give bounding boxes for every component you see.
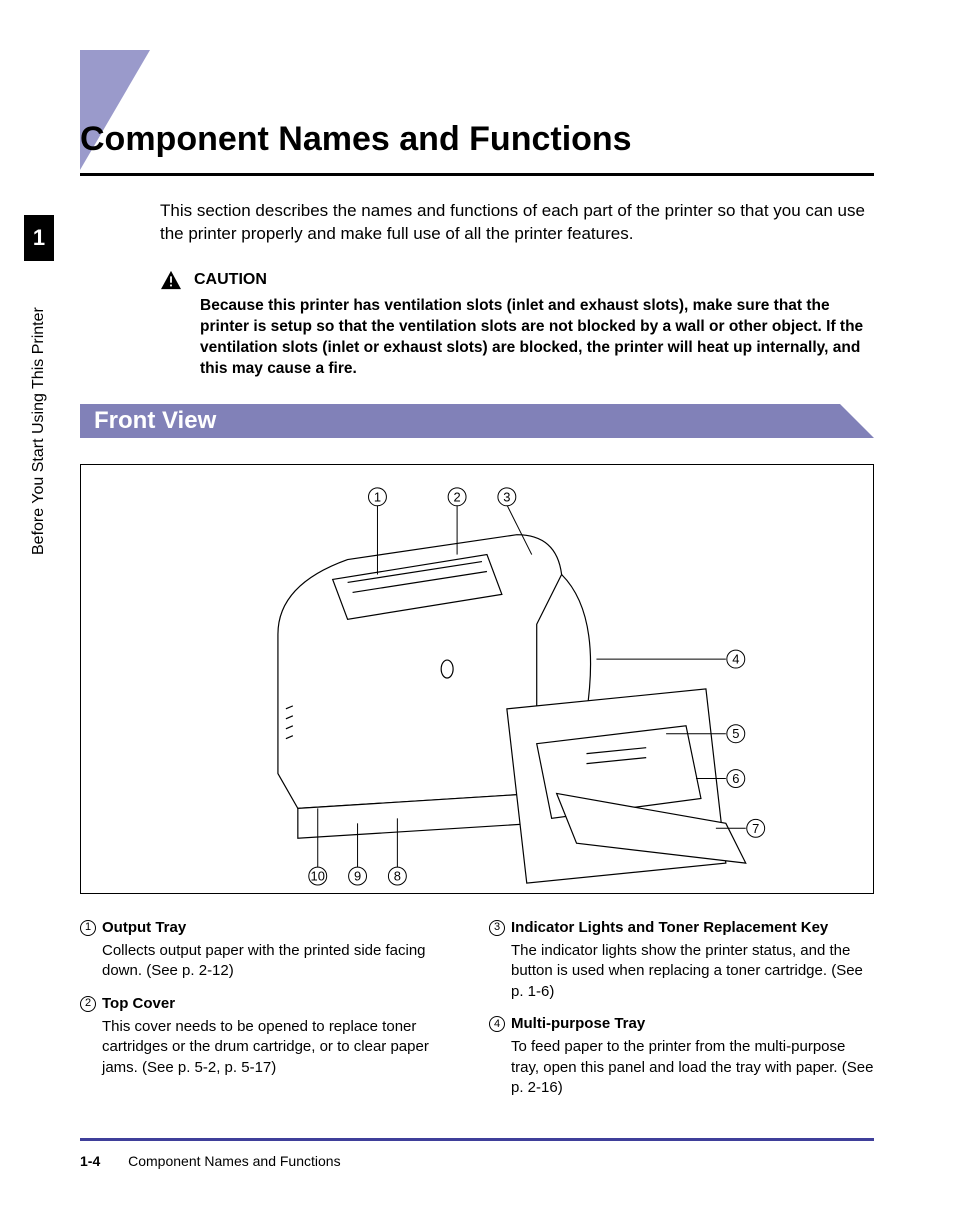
callout-7: 7 bbox=[752, 820, 759, 835]
right-column: 3 Indicator Lights and Toner Replacement… bbox=[489, 918, 874, 1111]
item-body: Collects output paper with the printed s… bbox=[102, 941, 465, 982]
callout-9: 9 bbox=[354, 868, 361, 883]
caution-block: CAUTION Because this printer has ventila… bbox=[160, 270, 874, 380]
item-body: To feed paper to the printer from the mu… bbox=[511, 1037, 874, 1098]
item-num: 2 bbox=[80, 996, 96, 1012]
item-indicator-lights: 3 Indicator Lights and Toner Replacement… bbox=[489, 918, 874, 1002]
item-body: This cover needs to be opened to replace… bbox=[102, 1017, 465, 1078]
warning-triangle-icon bbox=[160, 270, 182, 290]
intro-paragraph: This section describes the names and fun… bbox=[160, 200, 874, 246]
section-heading-bar: Front View bbox=[80, 404, 874, 438]
item-title: Output Tray bbox=[102, 918, 186, 938]
item-top-cover: 2 Top Cover This cover needs to be opene… bbox=[80, 994, 465, 1078]
item-title: Multi-purpose Tray bbox=[511, 1014, 645, 1034]
item-multipurpose-tray: 4 Multi-purpose Tray To feed paper to th… bbox=[489, 1014, 874, 1098]
item-output-tray: 1 Output Tray Collects output paper with… bbox=[80, 918, 465, 982]
footer-rule bbox=[80, 1138, 874, 1141]
caution-text: Because this printer has ventilation slo… bbox=[200, 296, 874, 380]
item-title: Indicator Lights and Toner Replacement K… bbox=[511, 918, 828, 938]
callout-6: 6 bbox=[732, 771, 739, 786]
footer-title: Component Names and Functions bbox=[128, 1153, 340, 1169]
item-title: Top Cover bbox=[102, 994, 175, 1014]
chapter-tab: 1 bbox=[24, 215, 54, 261]
side-chapter-title: Before You Start Using This Printer bbox=[30, 307, 48, 555]
item-body: The indicator lights show the printer st… bbox=[511, 941, 874, 1002]
page-title: Component Names and Functions bbox=[80, 120, 874, 159]
page: 1 Before You Start Using This Printer Co… bbox=[0, 0, 954, 1227]
description-columns: 1 Output Tray Collects output paper with… bbox=[80, 918, 874, 1111]
chapter-number: 1 bbox=[33, 225, 45, 251]
callout-3: 3 bbox=[503, 489, 510, 504]
callout-10: 10 bbox=[311, 868, 325, 883]
caution-label: CAUTION bbox=[194, 271, 267, 289]
callout-4: 4 bbox=[732, 651, 739, 666]
item-num: 4 bbox=[489, 1016, 505, 1032]
page-footer: 1-4 Component Names and Functions bbox=[80, 1153, 341, 1169]
left-column: 1 Output Tray Collects output paper with… bbox=[80, 918, 465, 1111]
section-heading: Front View bbox=[80, 404, 874, 438]
item-num: 3 bbox=[489, 920, 505, 936]
callout-8: 8 bbox=[394, 868, 401, 883]
title-rule bbox=[80, 173, 874, 176]
printer-diagram: 1 2 3 4 5 6 7 10 9 8 bbox=[80, 464, 874, 894]
callout-1: 1 bbox=[374, 489, 381, 504]
printer-figure-svg: 1 2 3 4 5 6 7 10 9 8 bbox=[81, 465, 873, 893]
callout-5: 5 bbox=[732, 726, 739, 741]
page-number: 1-4 bbox=[80, 1153, 100, 1169]
callout-2: 2 bbox=[453, 489, 460, 504]
caution-header: CAUTION bbox=[160, 270, 874, 290]
item-num: 1 bbox=[80, 920, 96, 936]
title-block: Component Names and Functions bbox=[80, 120, 874, 176]
